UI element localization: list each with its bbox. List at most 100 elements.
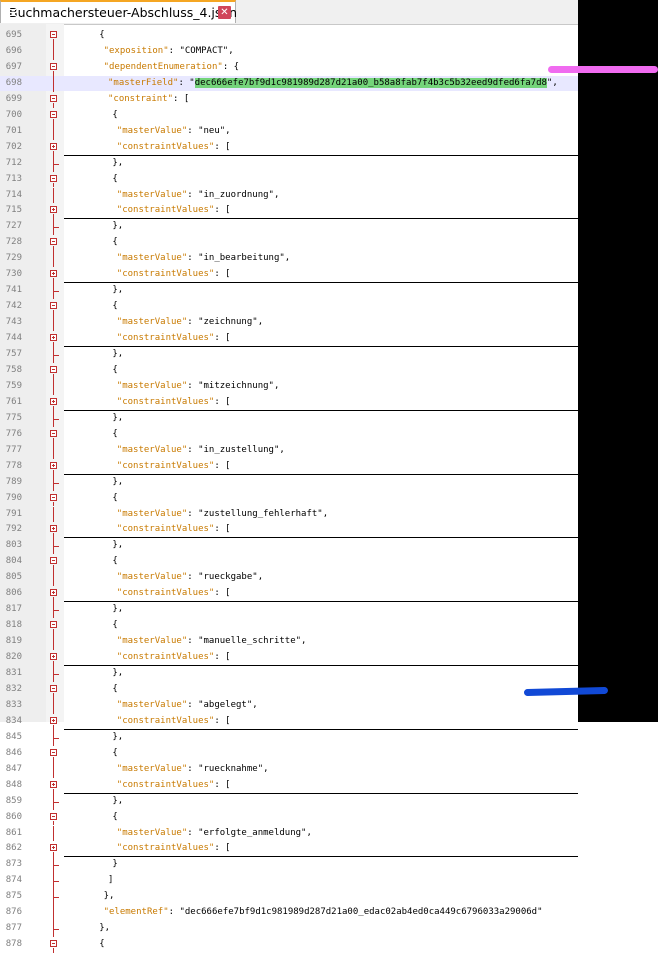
code-line[interactable]: 741},	[0, 283, 578, 298]
code-line[interactable]: 792 "constraintValues": [	[0, 522, 578, 537]
close-icon[interactable]: ✕	[218, 6, 231, 19]
code-line[interactable]: 846 {	[0, 746, 578, 761]
collapse-fold-icon[interactable]	[50, 748, 57, 756]
code-line[interactable]: 804 {	[0, 554, 578, 569]
code-line[interactable]: 860 {	[0, 810, 578, 825]
expand-fold-icon[interactable]	[50, 653, 57, 661]
code-line[interactable]: 790 {	[0, 491, 578, 506]
code-line[interactable]: 873}	[0, 857, 578, 872]
code-line[interactable]: 727},	[0, 219, 578, 234]
code-line[interactable]: 701 "masterValue": "neu",	[0, 124, 578, 139]
collapse-fold-icon[interactable]	[50, 940, 57, 948]
expand-fold-icon[interactable]	[50, 397, 57, 405]
code-line[interactable]: 757},	[0, 347, 578, 362]
code-line[interactable]: 803},	[0, 538, 578, 553]
collapse-fold-icon[interactable]	[50, 31, 57, 38]
code-line[interactable]: 820 "constraintValues": [	[0, 650, 578, 665]
code-line[interactable]: 761 "constraintValues": [	[0, 395, 578, 410]
code-line[interactable]: 699 "constraint": [	[0, 92, 578, 107]
expand-fold-icon[interactable]	[50, 142, 57, 150]
code-editor[interactable]: 695 {696 "exposition": "COMPACT", 697 "depen…	[0, 24, 578, 953]
expand-fold-icon[interactable]	[50, 780, 57, 788]
code-line[interactable]: 698 "masterField": "dec666efe7bf9d1c98198…	[0, 75, 578, 91]
collapse-fold-icon[interactable]	[50, 365, 57, 373]
json-value: : [	[214, 779, 231, 790]
collapse-fold-icon[interactable]	[50, 621, 57, 629]
code-line[interactable]: 876 "elementRef": "dec666efe7bf9d1c981989…	[0, 905, 578, 920]
code-line[interactable]: 874]	[0, 873, 578, 888]
code-line[interactable]: 712},	[0, 156, 578, 171]
code-line[interactable]: 777 "masterValue": "in_zustellung",	[0, 443, 578, 458]
collapse-fold-icon[interactable]	[50, 812, 57, 820]
code-text: {	[112, 682, 117, 697]
tab-file[interactable]: Buchmachersteuer-Abschluss_4.json ✕	[0, 0, 237, 23]
code-line[interactable]: 834 "constraintValues": [	[0, 714, 578, 729]
code-line[interactable]: 702 "constraintValues": [	[0, 140, 578, 155]
collapse-fold-icon[interactable]	[50, 62, 57, 70]
collapse-fold-icon[interactable]	[50, 429, 57, 437]
code-line[interactable]: 833 "masterValue": "abgelegt",	[0, 698, 578, 713]
json-value: },	[112, 476, 124, 487]
code-line[interactable]: 817},	[0, 602, 578, 617]
code-line[interactable]: 848 "constraintValues": [	[0, 778, 578, 793]
code-line[interactable]: 700 {	[0, 108, 578, 123]
code-line[interactable]: 759 "masterValue": "mitzeichnung",	[0, 379, 578, 394]
code-line[interactable]: 862 "constraintValues": [	[0, 841, 578, 856]
line-number: 790	[5, 492, 22, 503]
code-line[interactable]: 730 "constraintValues": [	[0, 267, 578, 282]
code-line[interactable]: 715 "constraintValues": [	[0, 203, 578, 218]
code-line[interactable]: 875},	[0, 889, 578, 904]
code-line[interactable]: 831},	[0, 666, 578, 681]
code-line[interactable]: 806 "constraintValues": [	[0, 586, 578, 601]
json-value: : "	[178, 77, 195, 88]
expand-fold-icon[interactable]	[50, 716, 57, 724]
expand-fold-icon[interactable]	[50, 206, 57, 214]
json-key: "masterValue"	[116, 253, 188, 264]
code-line[interactable]: 742 {	[0, 299, 578, 314]
code-line[interactable]: 776 {	[0, 427, 578, 442]
code-line[interactable]: 861 "masterValue": "erfolgte_anmeldung",	[0, 826, 578, 841]
code-line[interactable]: 743 "masterValue": "zeichnung",	[0, 315, 578, 330]
code-line[interactable]: 714 "masterValue": "in_zuordnung",	[0, 188, 578, 203]
collapse-fold-icon[interactable]	[50, 94, 57, 102]
collapse-fold-icon[interactable]	[50, 684, 57, 692]
code-line[interactable]: 696 "exposition": "COMPACT",	[0, 44, 578, 59]
code-line[interactable]: 744 "constraintValues": [	[0, 331, 578, 346]
expand-fold-icon[interactable]	[50, 589, 57, 597]
json-value: {	[112, 747, 118, 758]
code-line[interactable]: 697 "dependentEnumeration": {	[0, 60, 578, 75]
code-line[interactable]: 845},	[0, 730, 578, 745]
expand-fold-icon[interactable]	[50, 334, 57, 342]
code-line[interactable]: 878 {	[0, 937, 578, 952]
code-line[interactable]: 758 {	[0, 363, 578, 378]
code-line[interactable]: 778 "constraintValues": [	[0, 459, 578, 474]
collapse-fold-icon[interactable]	[50, 238, 57, 246]
collapse-fold-icon[interactable]	[50, 557, 57, 565]
code-line[interactable]: 789},	[0, 475, 578, 490]
code-line[interactable]: 805 "masterValue": "rueckgabe",	[0, 570, 578, 585]
code-text: {	[112, 299, 117, 314]
collapse-fold-icon[interactable]	[50, 174, 57, 182]
code-line[interactable]: 847 "masterValue": "ruecknahme",	[0, 762, 578, 777]
code-text: {	[112, 108, 117, 123]
expand-fold-icon[interactable]	[50, 844, 57, 852]
code-line[interactable]: 832 {	[0, 682, 578, 697]
code-line[interactable]: 859},	[0, 794, 578, 809]
json-value: },	[112, 731, 124, 742]
collapse-fold-icon[interactable]	[50, 302, 57, 310]
expand-fold-icon[interactable]	[50, 461, 57, 469]
expand-fold-icon[interactable]	[50, 525, 57, 533]
collapse-fold-icon[interactable]	[50, 110, 57, 118]
expand-fold-icon[interactable]	[50, 270, 57, 278]
code-line[interactable]: 791 "masterValue": "zustellung_fehlerhaft…	[0, 507, 578, 522]
code-line[interactable]: 713 {	[0, 172, 578, 187]
json-key: "constraintValues"	[116, 141, 215, 152]
code-line[interactable]: 819 "masterValue": "manuelle_schritte",	[0, 634, 578, 649]
code-line[interactable]: 877},	[0, 921, 578, 936]
code-line[interactable]: 775},	[0, 411, 578, 426]
collapse-fold-icon[interactable]	[50, 493, 57, 501]
code-line[interactable]: 729 "masterValue": "in_bearbeitung",	[0, 251, 578, 266]
code-line[interactable]: 728 {	[0, 235, 578, 250]
code-line[interactable]: 695 {	[0, 28, 578, 43]
code-line[interactable]: 818 {	[0, 618, 578, 633]
